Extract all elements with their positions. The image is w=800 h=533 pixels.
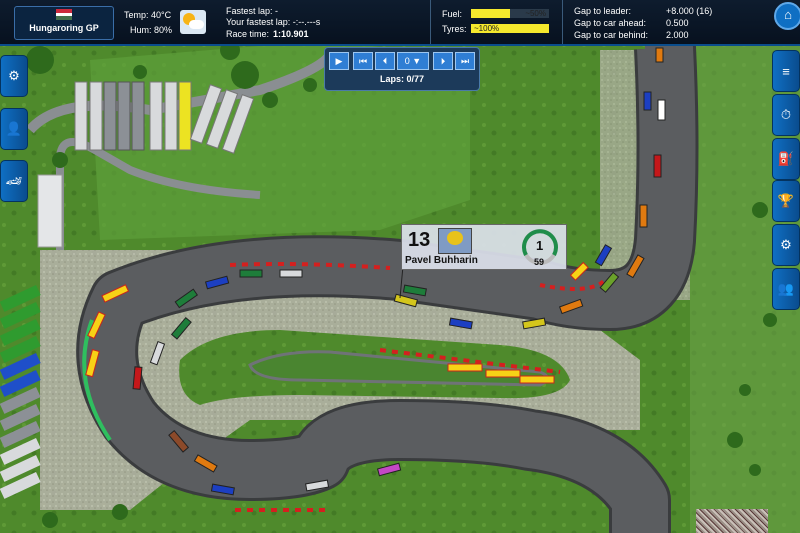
fuel-bar: ~50% (471, 9, 549, 18)
play-button[interactable]: ▶ (329, 52, 349, 70)
driver-portrait (438, 228, 472, 254)
stopwatch-icon: ⏱ (780, 107, 792, 122)
fast-forward-button[interactable]: ⏭ (455, 52, 475, 70)
car[interactable] (639, 204, 648, 228)
driver-speed: 59 (534, 257, 545, 267)
fuel-bar-fill (471, 9, 510, 18)
car[interactable] (279, 269, 303, 278)
gap-behind-label: Gap to car behind: (574, 30, 649, 40)
chevron-down-icon: ▼ (412, 56, 422, 66)
your-fastest-lap: Your fastest lap: -:--.---s (226, 17, 321, 27)
car[interactable] (653, 154, 662, 178)
divider (562, 0, 563, 44)
race-time-value: 1:10.901 (273, 29, 309, 39)
step-forward-button[interactable]: ⏵ (433, 52, 453, 70)
driver-icon: 👤 (5, 121, 23, 136)
car[interactable] (655, 47, 664, 63)
car[interactable] (239, 269, 263, 278)
car-number: 13 (408, 229, 431, 251)
gear-icon: ⚙ (8, 68, 20, 83)
race-time-label: Race time: (226, 29, 270, 39)
gap-leader-value: +8.000 (16) (666, 6, 713, 16)
grandstand-crowd (696, 509, 768, 533)
race-position: 1 (536, 238, 544, 253)
lap-counter: Laps: 0/77 (379, 74, 425, 84)
car-icon: 🏎 (5, 173, 23, 188)
car[interactable] (132, 366, 143, 390)
team-structure-button[interactable]: ⚙ (772, 224, 800, 266)
gap-ahead-label: Gap to car ahead: (574, 18, 647, 28)
podium-button[interactable]: 🏆 (772, 180, 800, 222)
gap-leader-label: Gap to leader: (574, 6, 632, 16)
gap-behind-value: 2.000 (666, 30, 689, 40)
car[interactable] (657, 99, 666, 121)
top-status-bar: Hungaroring GP Temp: 40°C Hum: 80% Faste… (0, 0, 800, 46)
hungary-flag-icon (56, 9, 72, 20)
people-icon: 👥 (777, 281, 795, 296)
tyres-label: Tyres: (442, 24, 467, 34)
pitstop-button[interactable]: ⛽ (772, 138, 800, 180)
playback-controls: ▶ ⏮ ⏴ 0 ▼ ⏵ ⏭ Laps: 0/77 (324, 47, 480, 91)
timing-button[interactable]: ⏱ (772, 94, 800, 136)
gap-ahead-value: 0.500 (666, 18, 689, 28)
fuel-label: Fuel: (442, 9, 463, 19)
home-icon[interactable]: ⌂ (774, 2, 800, 30)
speed-value: 0 (404, 56, 410, 66)
car-button[interactable]: 🏎 (0, 160, 28, 202)
hierarchy-icon: ⚙ (780, 237, 792, 252)
humidity: Hum: 80% (130, 25, 173, 35)
speed-select[interactable]: 0 ▼ (397, 52, 429, 70)
gp-badge: Hungaroring GP (14, 6, 114, 40)
podium-icon: 🏆 (777, 193, 795, 208)
settings-button[interactable]: ⚙ (0, 55, 28, 97)
fuel-value: ~50% (525, 9, 546, 18)
gp-name: Hungaroring GP (29, 23, 99, 33)
divider (430, 0, 431, 44)
team-members-button[interactable]: 👥 (772, 268, 800, 310)
step-back-button[interactable]: ⏴ (375, 52, 395, 70)
rewind-button[interactable]: ⏮ (353, 52, 373, 70)
tyres-value: ~100% (474, 24, 500, 33)
standings-button[interactable]: ≡ (772, 50, 800, 92)
fuel-pump-icon: ⛽ (777, 151, 795, 166)
car[interactable] (643, 91, 652, 111)
driver-name: Pavel Buhharin (405, 255, 478, 266)
driver-button[interactable]: 👤 (0, 108, 28, 150)
fastest-lap: Fastest lap: - (226, 6, 279, 16)
temperature: Temp: 40°C (124, 10, 172, 20)
weather-sunny-icon (180, 10, 206, 34)
list-icon: ≡ (782, 63, 790, 79)
tyres-bar: ~100% (471, 24, 549, 33)
